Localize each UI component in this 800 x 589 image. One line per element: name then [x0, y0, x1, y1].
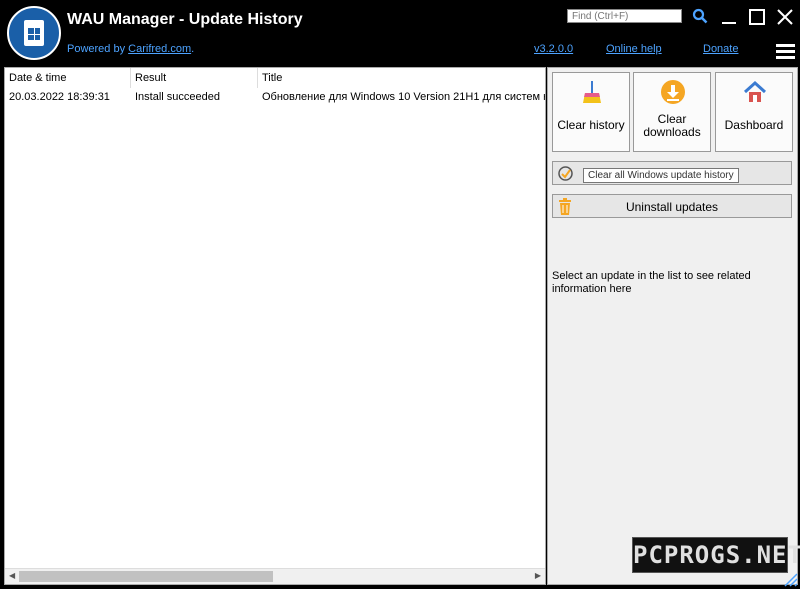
column-date[interactable]: Date & time: [5, 68, 131, 88]
clear-downloads-line2: downloads: [643, 125, 701, 139]
update-history-list[interactable]: Date & time Result Title 20.03.2022 18:3…: [4, 67, 546, 585]
app-title: WAU Manager - Update History: [67, 11, 303, 28]
title-bar: WAU Manager - Update History Powered by …: [0, 0, 800, 66]
broom-icon: [583, 81, 601, 103]
app-logo-icon: [7, 6, 61, 60]
hamburger-menu-icon[interactable]: [776, 44, 795, 60]
row-result: Install succeeded: [135, 91, 220, 103]
close-icon[interactable]: [776, 8, 794, 26]
list-row[interactable]: 20.03.2022 18:39:31 Install succeeded Об…: [5, 89, 545, 105]
download-icon: [661, 80, 685, 104]
horizontal-scrollbar[interactable]: ◀ ▶: [5, 568, 545, 584]
clear-history-button[interactable]: Clear history: [552, 72, 630, 152]
list-header: Date & time Result Title: [5, 68, 545, 88]
search-icon[interactable]: [692, 8, 708, 24]
refresh-check-icon: [558, 166, 573, 181]
online-help-link[interactable]: Online help: [606, 43, 662, 55]
version-link[interactable]: v3.2.0.0: [534, 43, 573, 55]
info-text: Select an update in the list to see rela…: [552, 270, 751, 295]
uninstall-updates-button[interactable]: Uninstall updates: [552, 194, 792, 218]
scrollbar-thumb[interactable]: [19, 571, 273, 582]
row-title: Обновление для Windows 10 Version 21H1 д…: [262, 91, 545, 103]
dashboard-button[interactable]: Dashboard: [715, 72, 793, 152]
column-title[interactable]: Title: [258, 68, 545, 88]
resize-grip-icon[interactable]: [782, 571, 798, 587]
search-input[interactable]: [567, 9, 682, 23]
scroll-right-icon[interactable]: ▶: [535, 571, 541, 580]
scroll-left-icon[interactable]: ◀: [9, 571, 15, 580]
minimize-icon[interactable]: [720, 8, 738, 26]
clear-history-label: Clear history: [557, 118, 625, 132]
tooltip: Clear all Windows update history: [583, 168, 739, 183]
home-icon: [743, 80, 767, 102]
powered-by: Powered by Carifred.com.: [67, 43, 194, 55]
carifred-link[interactable]: Carifred.com: [128, 43, 191, 55]
column-result[interactable]: Result: [131, 68, 258, 88]
powered-prefix: Powered by: [67, 43, 129, 55]
donate-link[interactable]: Donate: [703, 43, 738, 55]
actions-panel: Clear history Clear downloads Dashboard …: [547, 67, 798, 585]
row-date: 20.03.2022 18:39:31: [9, 91, 110, 103]
watermark: PCPROGS.NET: [632, 537, 800, 573]
maximize-icon[interactable]: [748, 8, 766, 26]
powered-suffix: .: [191, 43, 195, 55]
dashboard-label: Dashboard: [724, 118, 784, 132]
clear-downloads-label: Clear downloads: [634, 113, 710, 139]
clear-downloads-button[interactable]: Clear downloads: [633, 72, 711, 152]
uninstall-updates-label: Uninstall updates: [625, 200, 719, 214]
